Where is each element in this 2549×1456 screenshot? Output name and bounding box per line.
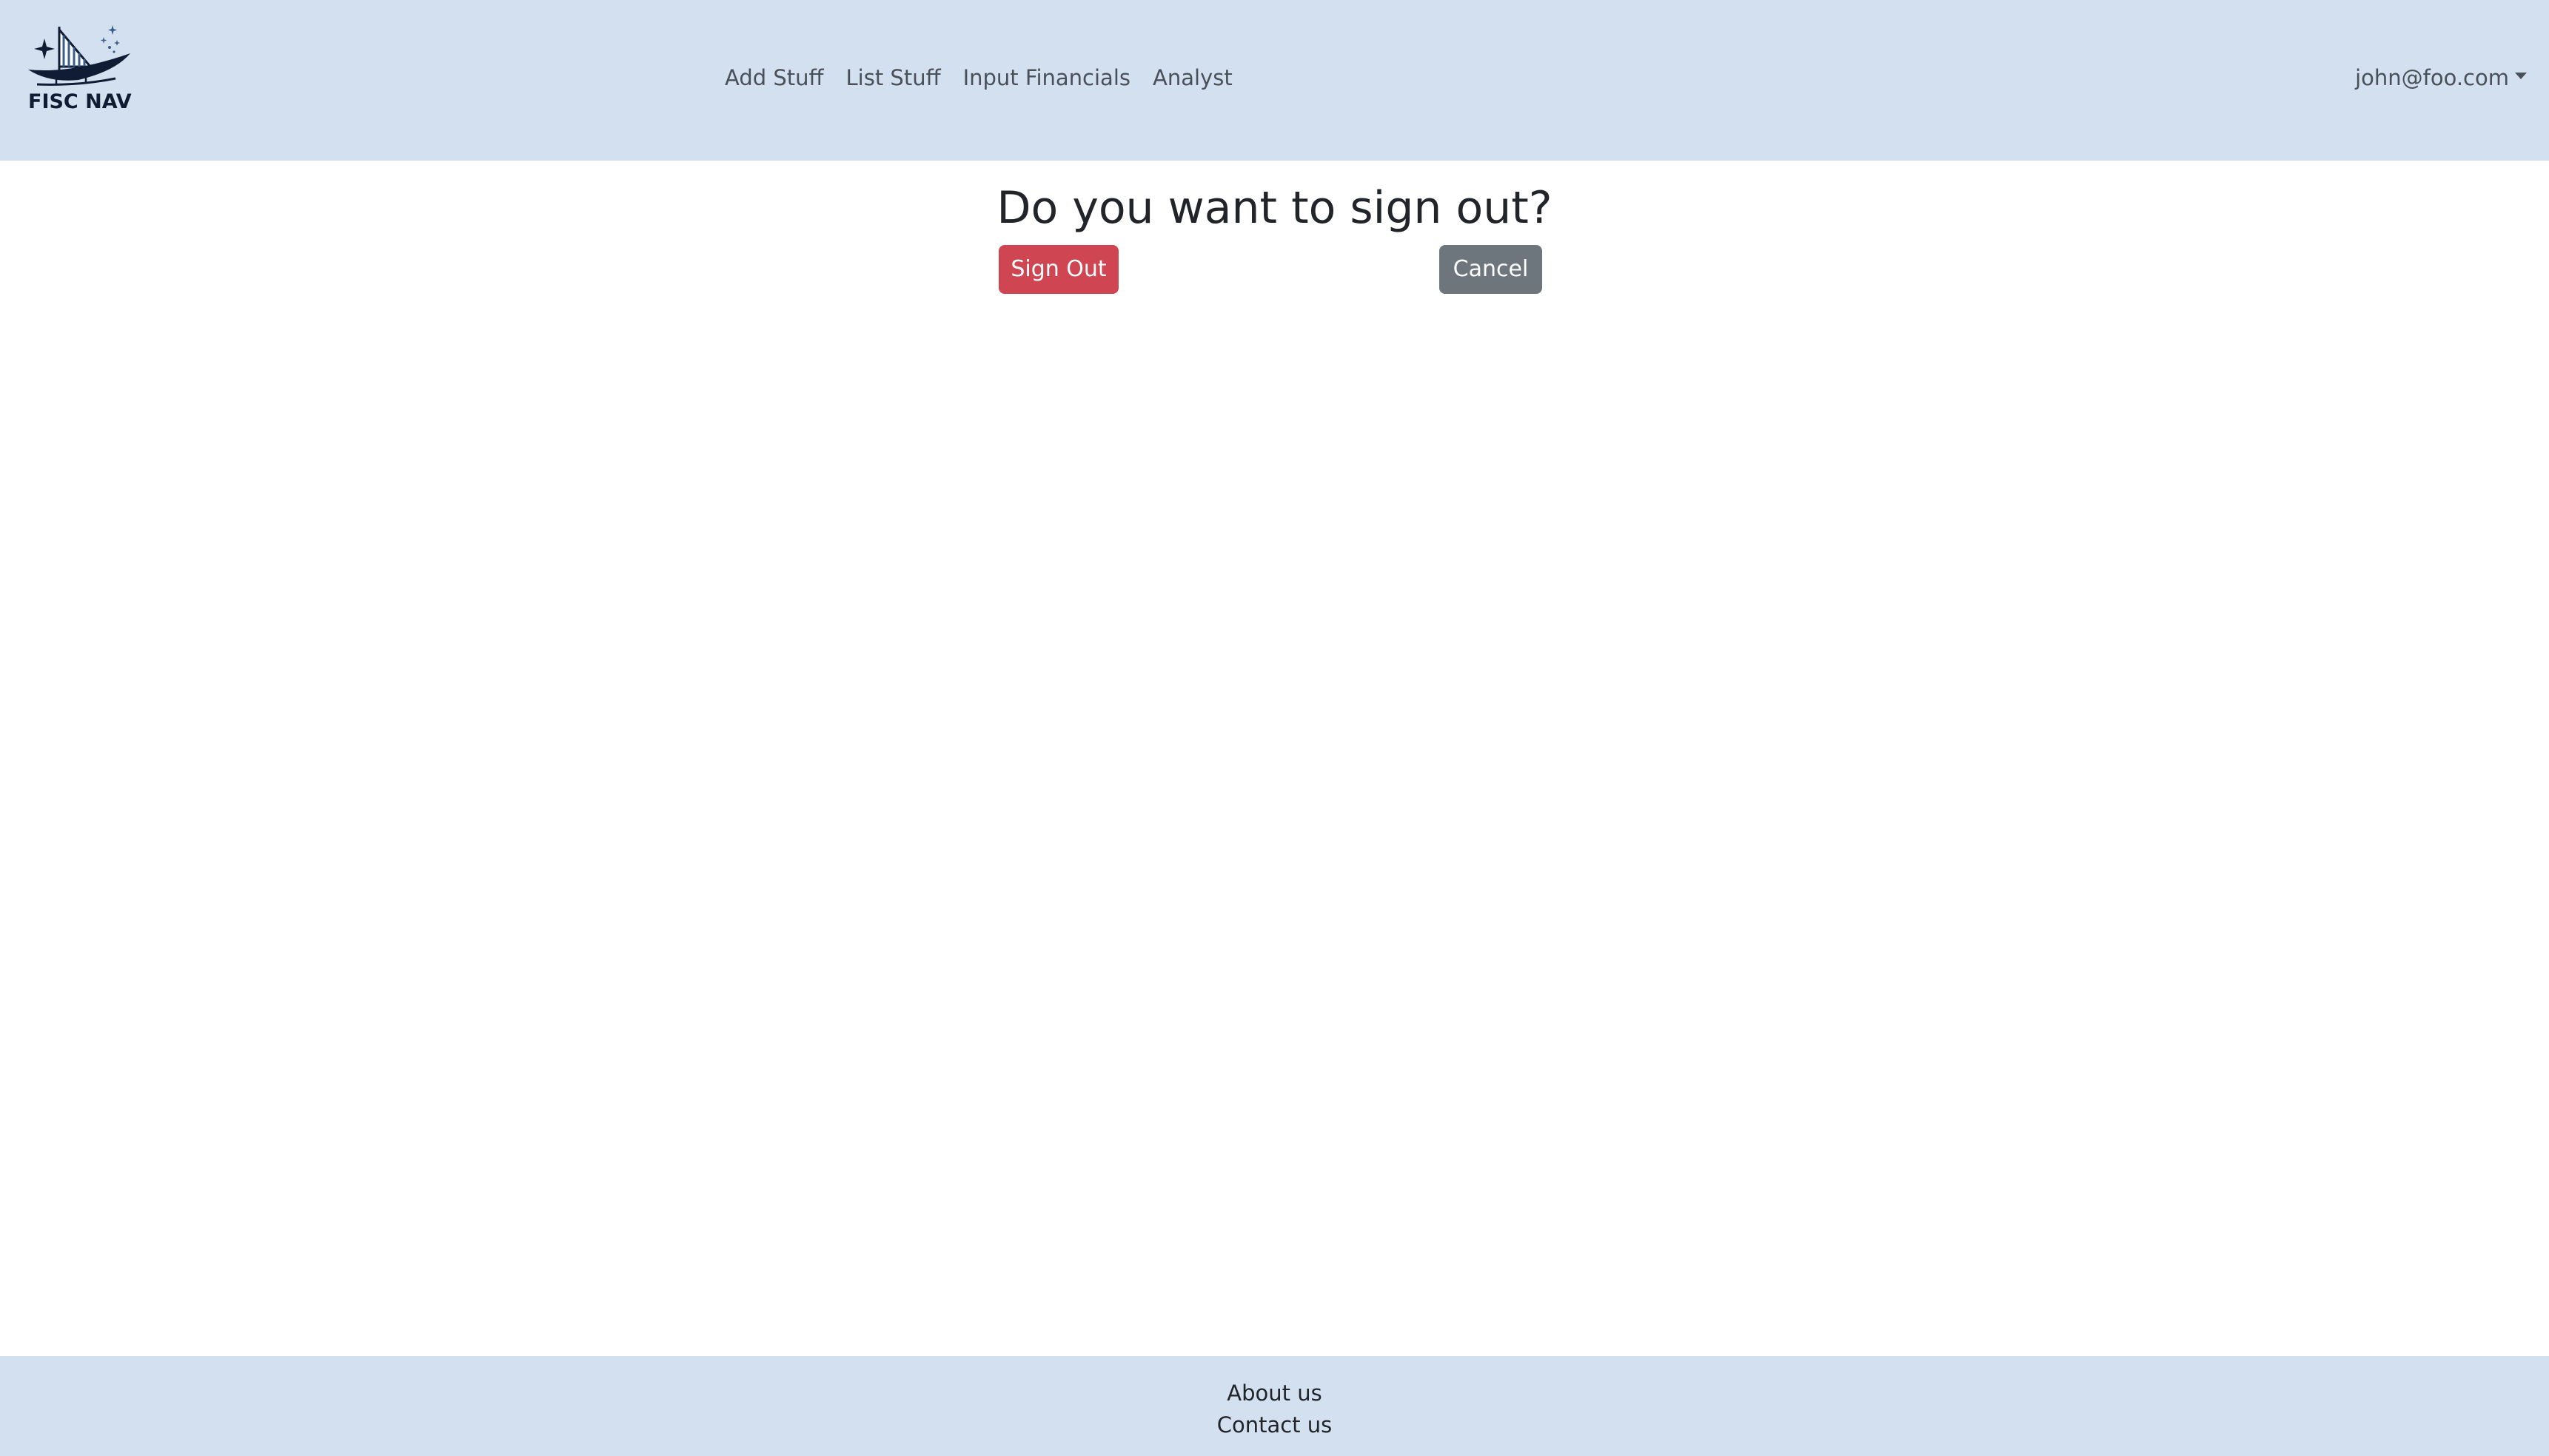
page-title: Do you want to sign out? [997, 182, 1552, 234]
brand-logo[interactable]: FISC NAV [27, 22, 134, 118]
user-dropdown[interactable]: john@foo.com [2355, 59, 2527, 96]
nav-link-list-stuff[interactable]: List Stuff [835, 59, 952, 96]
top-navbar: FISC NAV Add Stuff List Stuff Input Fina… [0, 0, 2549, 161]
contact-us-link[interactable]: Contact us [0, 1410, 2549, 1440]
about-us-link[interactable]: About us [0, 1378, 2549, 1408]
cancel-button[interactable]: Cancel [1439, 245, 1542, 294]
nav-link-add-stuff[interactable]: Add Stuff [714, 59, 835, 96]
sign-out-button[interactable]: Sign Out [999, 245, 1119, 294]
page-footer: About us Contact us [0, 1356, 2549, 1456]
user-email: john@foo.com [2355, 65, 2509, 90]
caret-down-icon [2515, 72, 2527, 79]
brand-text: FISC NAV [28, 90, 132, 113]
sailboat-stars-logo-icon [28, 25, 130, 86]
nav-links: Add Stuff List Stuff Input Financials An… [714, 59, 1244, 96]
nav-link-analyst[interactable]: Analyst [1142, 59, 1244, 96]
nav-link-input-financials[interactable]: Input Financials [952, 59, 1142, 96]
